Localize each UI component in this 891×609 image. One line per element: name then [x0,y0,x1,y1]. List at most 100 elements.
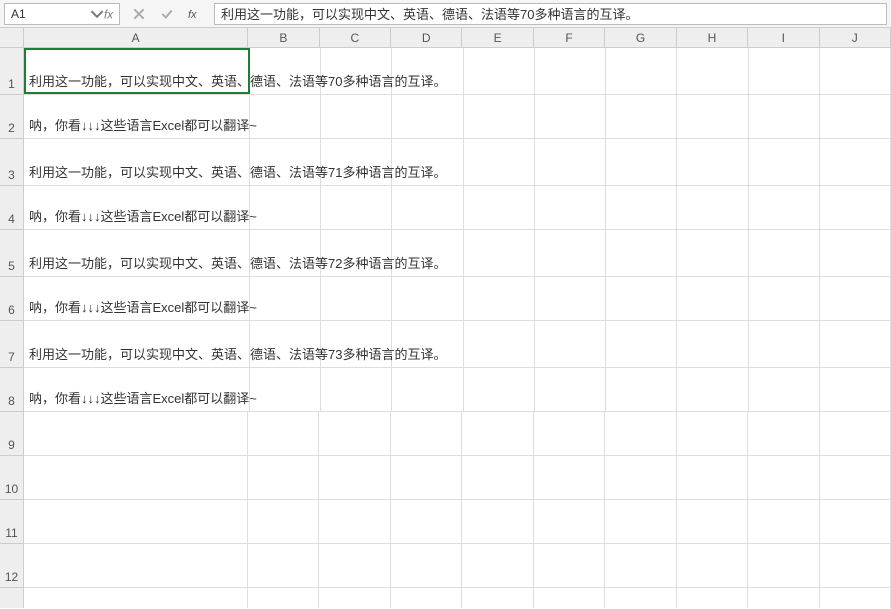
cell[interactable] [605,544,676,587]
cell[interactable] [605,500,676,543]
cell[interactable] [606,230,677,276]
cell[interactable] [534,500,605,543]
cell[interactable] [820,321,891,367]
cell[interactable] [319,588,390,608]
cell[interactable] [749,95,820,138]
cell-A4[interactable]: 呐，你看↓↓↓这些语言Excel都可以翻译~ [24,186,250,229]
cell[interactable] [749,48,820,94]
cell[interactable] [464,277,535,320]
cell-A5[interactable]: 利用这一功能，可以实现中文、英语、德语、法语等72多种语言的互译。 [24,230,250,276]
cell[interactable] [248,544,319,587]
cell[interactable] [535,321,606,367]
cell[interactable] [464,95,535,138]
row-header-8[interactable]: 8 [0,368,23,412]
cell[interactable] [677,139,748,185]
cell[interactable] [391,588,462,608]
cell[interactable] [606,277,677,320]
cell[interactable] [464,139,535,185]
cell[interactable] [319,456,390,499]
cell[interactable] [391,544,462,587]
cell[interactable] [605,456,676,499]
cell[interactable] [391,456,462,499]
cell[interactable] [391,412,462,455]
cell[interactable] [250,186,321,229]
cell[interactable] [464,186,535,229]
cell[interactable] [24,456,248,499]
cell-A8[interactable]: 呐，你看↓↓↓这些语言Excel都可以翻译~ [24,368,250,411]
cell[interactable] [535,95,606,138]
cell[interactable] [319,500,390,543]
cell[interactable] [392,186,463,229]
row-header-9[interactable]: 9 [0,412,23,456]
cell[interactable] [677,230,748,276]
cell[interactable] [820,500,891,543]
cell[interactable] [748,544,819,587]
cell[interactable] [535,368,606,411]
enter-button[interactable] [158,5,176,23]
cell[interactable] [248,412,319,455]
cell[interactable] [677,48,748,94]
row-header-10[interactable]: 10 [0,456,23,500]
col-header-J[interactable]: J [820,28,891,47]
cell[interactable] [677,368,748,411]
cell[interactable] [464,368,535,411]
cell[interactable] [748,456,819,499]
cell[interactable] [392,95,463,138]
row-header-3[interactable]: 3 [0,139,23,186]
cell[interactable] [820,368,891,411]
row-header-1[interactable]: 1 [0,48,23,95]
formula-input[interactable] [214,3,887,25]
row-header-11[interactable]: 11 [0,500,23,544]
cell[interactable] [606,48,677,94]
cell[interactable] [248,588,319,608]
cell[interactable] [820,456,891,499]
cell[interactable] [321,277,392,320]
col-header-H[interactable]: H [677,28,748,47]
cell[interactable] [24,544,248,587]
cell[interactable] [748,588,819,608]
row-header-12[interactable]: 12 [0,544,23,588]
cell[interactable] [749,230,820,276]
cell[interactable] [677,456,748,499]
cell[interactable] [748,412,819,455]
row-header-2[interactable]: 2 [0,95,23,139]
cell[interactable] [535,186,606,229]
cell[interactable] [820,48,891,94]
cell[interactable] [677,588,748,608]
name-box-dropdown-icon[interactable] [90,7,104,21]
cell-A3[interactable]: 利用这一功能，可以实现中文、英语、德语、法语等71多种语言的互译。 [24,139,250,185]
cell[interactable] [534,456,605,499]
cancel-button[interactable] [130,5,148,23]
col-header-C[interactable]: C [320,28,391,47]
cell[interactable] [606,95,677,138]
col-header-I[interactable]: I [748,28,819,47]
cell[interactable] [677,277,748,320]
col-header-G[interactable]: G [605,28,676,47]
cell[interactable] [535,139,606,185]
col-header-F[interactable]: F [534,28,605,47]
cell[interactable] [820,277,891,320]
cell[interactable] [820,95,891,138]
row-header-13[interactable]: 13 [0,588,23,608]
cell[interactable] [820,230,891,276]
cell[interactable] [248,500,319,543]
row-header-5[interactable]: 5 [0,230,23,277]
cell[interactable] [321,186,392,229]
cell-A6[interactable]: 呐，你看↓↓↓这些语言Excel都可以翻译~ [24,277,250,320]
cell[interactable] [820,544,891,587]
cell-A1[interactable]: 利用这一功能，可以实现中文、英语、德语、法语等70多种语言的互译。 [24,48,250,94]
cell[interactable] [749,277,820,320]
cell[interactable] [248,456,319,499]
row-header-4[interactable]: 4 [0,186,23,230]
cell[interactable] [749,139,820,185]
cell[interactable] [24,588,248,608]
cell[interactable] [462,456,533,499]
cell[interactable] [820,139,891,185]
cell[interactable] [677,95,748,138]
cell[interactable] [749,321,820,367]
cell[interactable] [534,588,605,608]
cell[interactable] [250,95,321,138]
cell[interactable] [677,500,748,543]
cell[interactable] [820,412,891,455]
cell[interactable] [392,368,463,411]
